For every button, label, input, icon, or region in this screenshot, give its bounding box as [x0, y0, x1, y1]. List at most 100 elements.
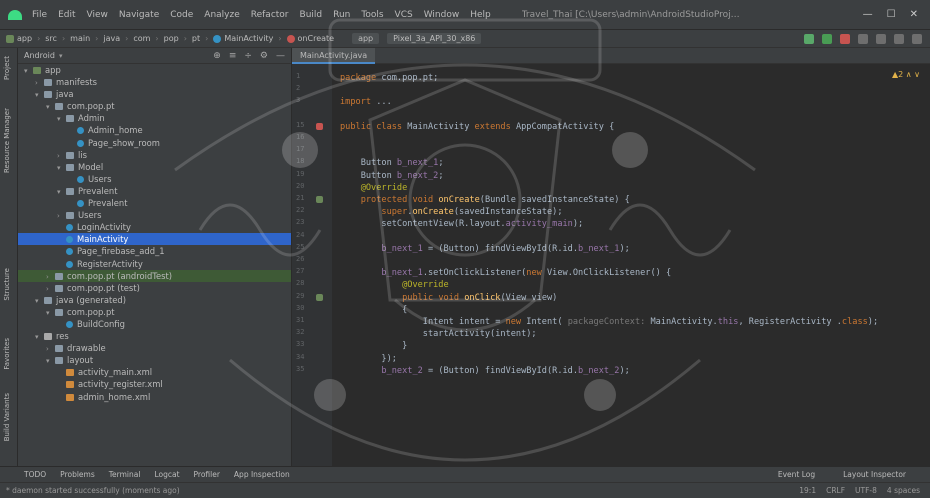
sync-icon[interactable] — [858, 33, 868, 44]
code-line[interactable]: } — [340, 340, 407, 352]
line-separator[interactable]: CRLF — [826, 486, 845, 495]
tree-item[interactable]: ▾ com.pop.pt — [18, 306, 291, 318]
tree-item[interactable]: › com.pop.pt (androidTest) — [18, 269, 291, 282]
tree-item[interactable]: ▾ layout — [18, 354, 291, 366]
hide-icon[interactable]: — — [276, 51, 285, 61]
menu-refactor[interactable]: Refactor — [251, 10, 289, 20]
debug-icon[interactable] — [822, 33, 832, 44]
breadcrumb-com[interactable]: com — [133, 34, 150, 43]
breadcrumb-pop[interactable]: pop — [164, 34, 179, 43]
breadcrumb-mainactivity[interactable]: MainActivity — [213, 34, 273, 43]
device-select[interactable]: Pixel_3a_API_30_x86 — [387, 33, 482, 44]
avd-manager-icon[interactable] — [876, 33, 886, 44]
menu-window[interactable]: Window — [424, 10, 460, 20]
tool-app-inspection[interactable]: App Inspection — [234, 470, 290, 479]
tree-item[interactable]: activity_main.xml — [18, 366, 291, 378]
tree-item[interactable]: › drawable — [18, 342, 291, 354]
override-marker-icon[interactable] — [316, 196, 323, 203]
menu-analyze[interactable]: Analyze — [204, 10, 239, 20]
sdk-manager-icon[interactable] — [894, 33, 904, 44]
indent-setting[interactable]: 4 spaces — [887, 486, 920, 495]
menu-file[interactable]: File — [32, 10, 47, 20]
status-message[interactable]: * daemon started successfully (moments a… — [6, 486, 180, 495]
tree-item[interactable]: Admin_home — [18, 124, 291, 136]
tree-item[interactable]: activity_register.xml — [18, 378, 291, 390]
breadcrumb-oncreate[interactable]: onCreate — [286, 34, 334, 43]
override-marker-icon[interactable] — [316, 122, 323, 130]
menu-view[interactable]: View — [87, 10, 108, 20]
tree-item[interactable]: ▾ app — [18, 64, 291, 76]
menu-edit[interactable]: Edit — [58, 10, 75, 20]
run-configuration-select[interactable]: app — [352, 33, 380, 44]
tree-item[interactable]: › Users — [18, 209, 291, 221]
tab-favorites[interactable]: Favorites — [3, 338, 11, 370]
tab-resource-manager[interactable]: Resource Manager — [3, 108, 11, 173]
code-line[interactable]: super.onCreate(savedInstanceState); — [340, 206, 562, 218]
tree-item[interactable]: ▾ res — [18, 330, 291, 342]
tool-profiler[interactable]: Profiler — [194, 470, 220, 479]
gear-icon[interactable]: ⚙ — [260, 51, 268, 61]
expand-icon[interactable]: ÷ — [244, 51, 252, 61]
code-line[interactable]: @Override — [340, 182, 408, 194]
tree-item[interactable]: › com.pop.pt (test) — [18, 282, 291, 294]
code-line[interactable]: startActivity(intent); — [340, 328, 537, 340]
code-line[interactable]: { — [340, 304, 407, 316]
tool-event-log[interactable]: Event Log — [778, 470, 815, 479]
minimize-icon[interactable]: — — [863, 9, 873, 20]
tree-item[interactable]: › manifests — [18, 76, 291, 88]
menu-code[interactable]: Code — [170, 10, 193, 20]
code-line[interactable]: Intent intent = new Intent( packageConte… — [340, 316, 878, 328]
code-line[interactable]: public class MainActivity extends AppCom… — [340, 121, 614, 133]
tab-build-variants[interactable]: Build Variants — [3, 393, 11, 441]
tree-item[interactable]: admin_home.xml — [18, 391, 291, 403]
tool-terminal[interactable]: Terminal — [109, 470, 141, 479]
menu-run[interactable]: Run — [333, 10, 350, 20]
tree-item[interactable]: ▾ java (generated) — [18, 294, 291, 306]
breadcrumb-main[interactable]: main — [70, 34, 90, 43]
tree-item[interactable]: ▾ java — [18, 88, 291, 100]
tree-item[interactable]: ▾ Model — [18, 161, 291, 173]
code-line[interactable]: @Override — [340, 279, 449, 291]
code-line[interactable]: Button b_next_1; — [340, 157, 444, 169]
tool-layout-inspector[interactable]: Layout Inspector — [843, 470, 906, 479]
tree-item[interactable]: › lis — [18, 149, 291, 161]
menu-tools[interactable]: Tools — [361, 10, 383, 20]
tree-item[interactable]: ▾ com.pop.pt — [18, 100, 291, 112]
code-line[interactable]: b_next_1.setOnClickListener(new View.OnC… — [340, 267, 671, 279]
tab-structure[interactable]: Structure — [3, 268, 11, 301]
locate-icon[interactable]: ⊕ — [213, 51, 221, 61]
code-line[interactable]: public void onClick(View view) — [340, 292, 557, 304]
menu-navigate[interactable]: Navigate — [119, 10, 159, 20]
tree-item[interactable]: LoginActivity — [18, 221, 291, 233]
breadcrumb-pt[interactable]: pt — [192, 34, 200, 43]
tree-item[interactable]: Prevalent — [18, 197, 291, 209]
code-line[interactable]: setContentView(R.layout.activity_main); — [340, 218, 583, 230]
search-icon[interactable] — [912, 33, 922, 44]
menu-help[interactable]: Help — [470, 10, 491, 20]
code-line[interactable]: Button b_next_2; — [340, 170, 444, 182]
caret-position[interactable]: 19:1 — [799, 486, 816, 495]
breadcrumb-src[interactable]: src — [45, 34, 57, 43]
stop-icon[interactable] — [840, 33, 850, 44]
file-encoding[interactable]: UTF-8 — [855, 486, 877, 495]
tool-todo[interactable]: TODO — [24, 470, 46, 479]
tree-item[interactable]: Users — [18, 173, 291, 185]
tree-item[interactable]: Page_firebase_add_1 — [18, 245, 291, 257]
menu-vcs[interactable]: VCS — [395, 10, 413, 20]
code-line[interactable]: import ... — [340, 96, 392, 108]
code-line[interactable]: b_next_1 = (Button) findViewById(R.id.b_… — [340, 243, 629, 255]
tool-logcat[interactable]: Logcat — [154, 470, 179, 479]
chevron-down-icon[interactable]: ▾ — [59, 52, 63, 60]
project-view-select[interactable]: Android — [24, 51, 55, 60]
code-line[interactable]: package com.pop.pt; — [340, 72, 438, 84]
tree-item[interactable]: Page_show_room — [18, 137, 291, 149]
tree-item[interactable]: MainActivity — [18, 233, 291, 246]
close-icon[interactable]: ✕ — [910, 9, 918, 20]
maximize-icon[interactable]: ☐ — [887, 9, 896, 20]
menu-build[interactable]: Build — [300, 10, 323, 20]
code-line[interactable]: }); — [340, 353, 397, 365]
override-marker-icon[interactable] — [316, 293, 323, 301]
code-editor[interactable]: MainActivity.java 1 2 3 15 16 17 18 19 20 21 22 23 2… — [292, 48, 930, 466]
collapse-all-icon[interactable]: ≡ — [229, 51, 237, 61]
breadcrumb-java[interactable]: java — [103, 34, 120, 43]
